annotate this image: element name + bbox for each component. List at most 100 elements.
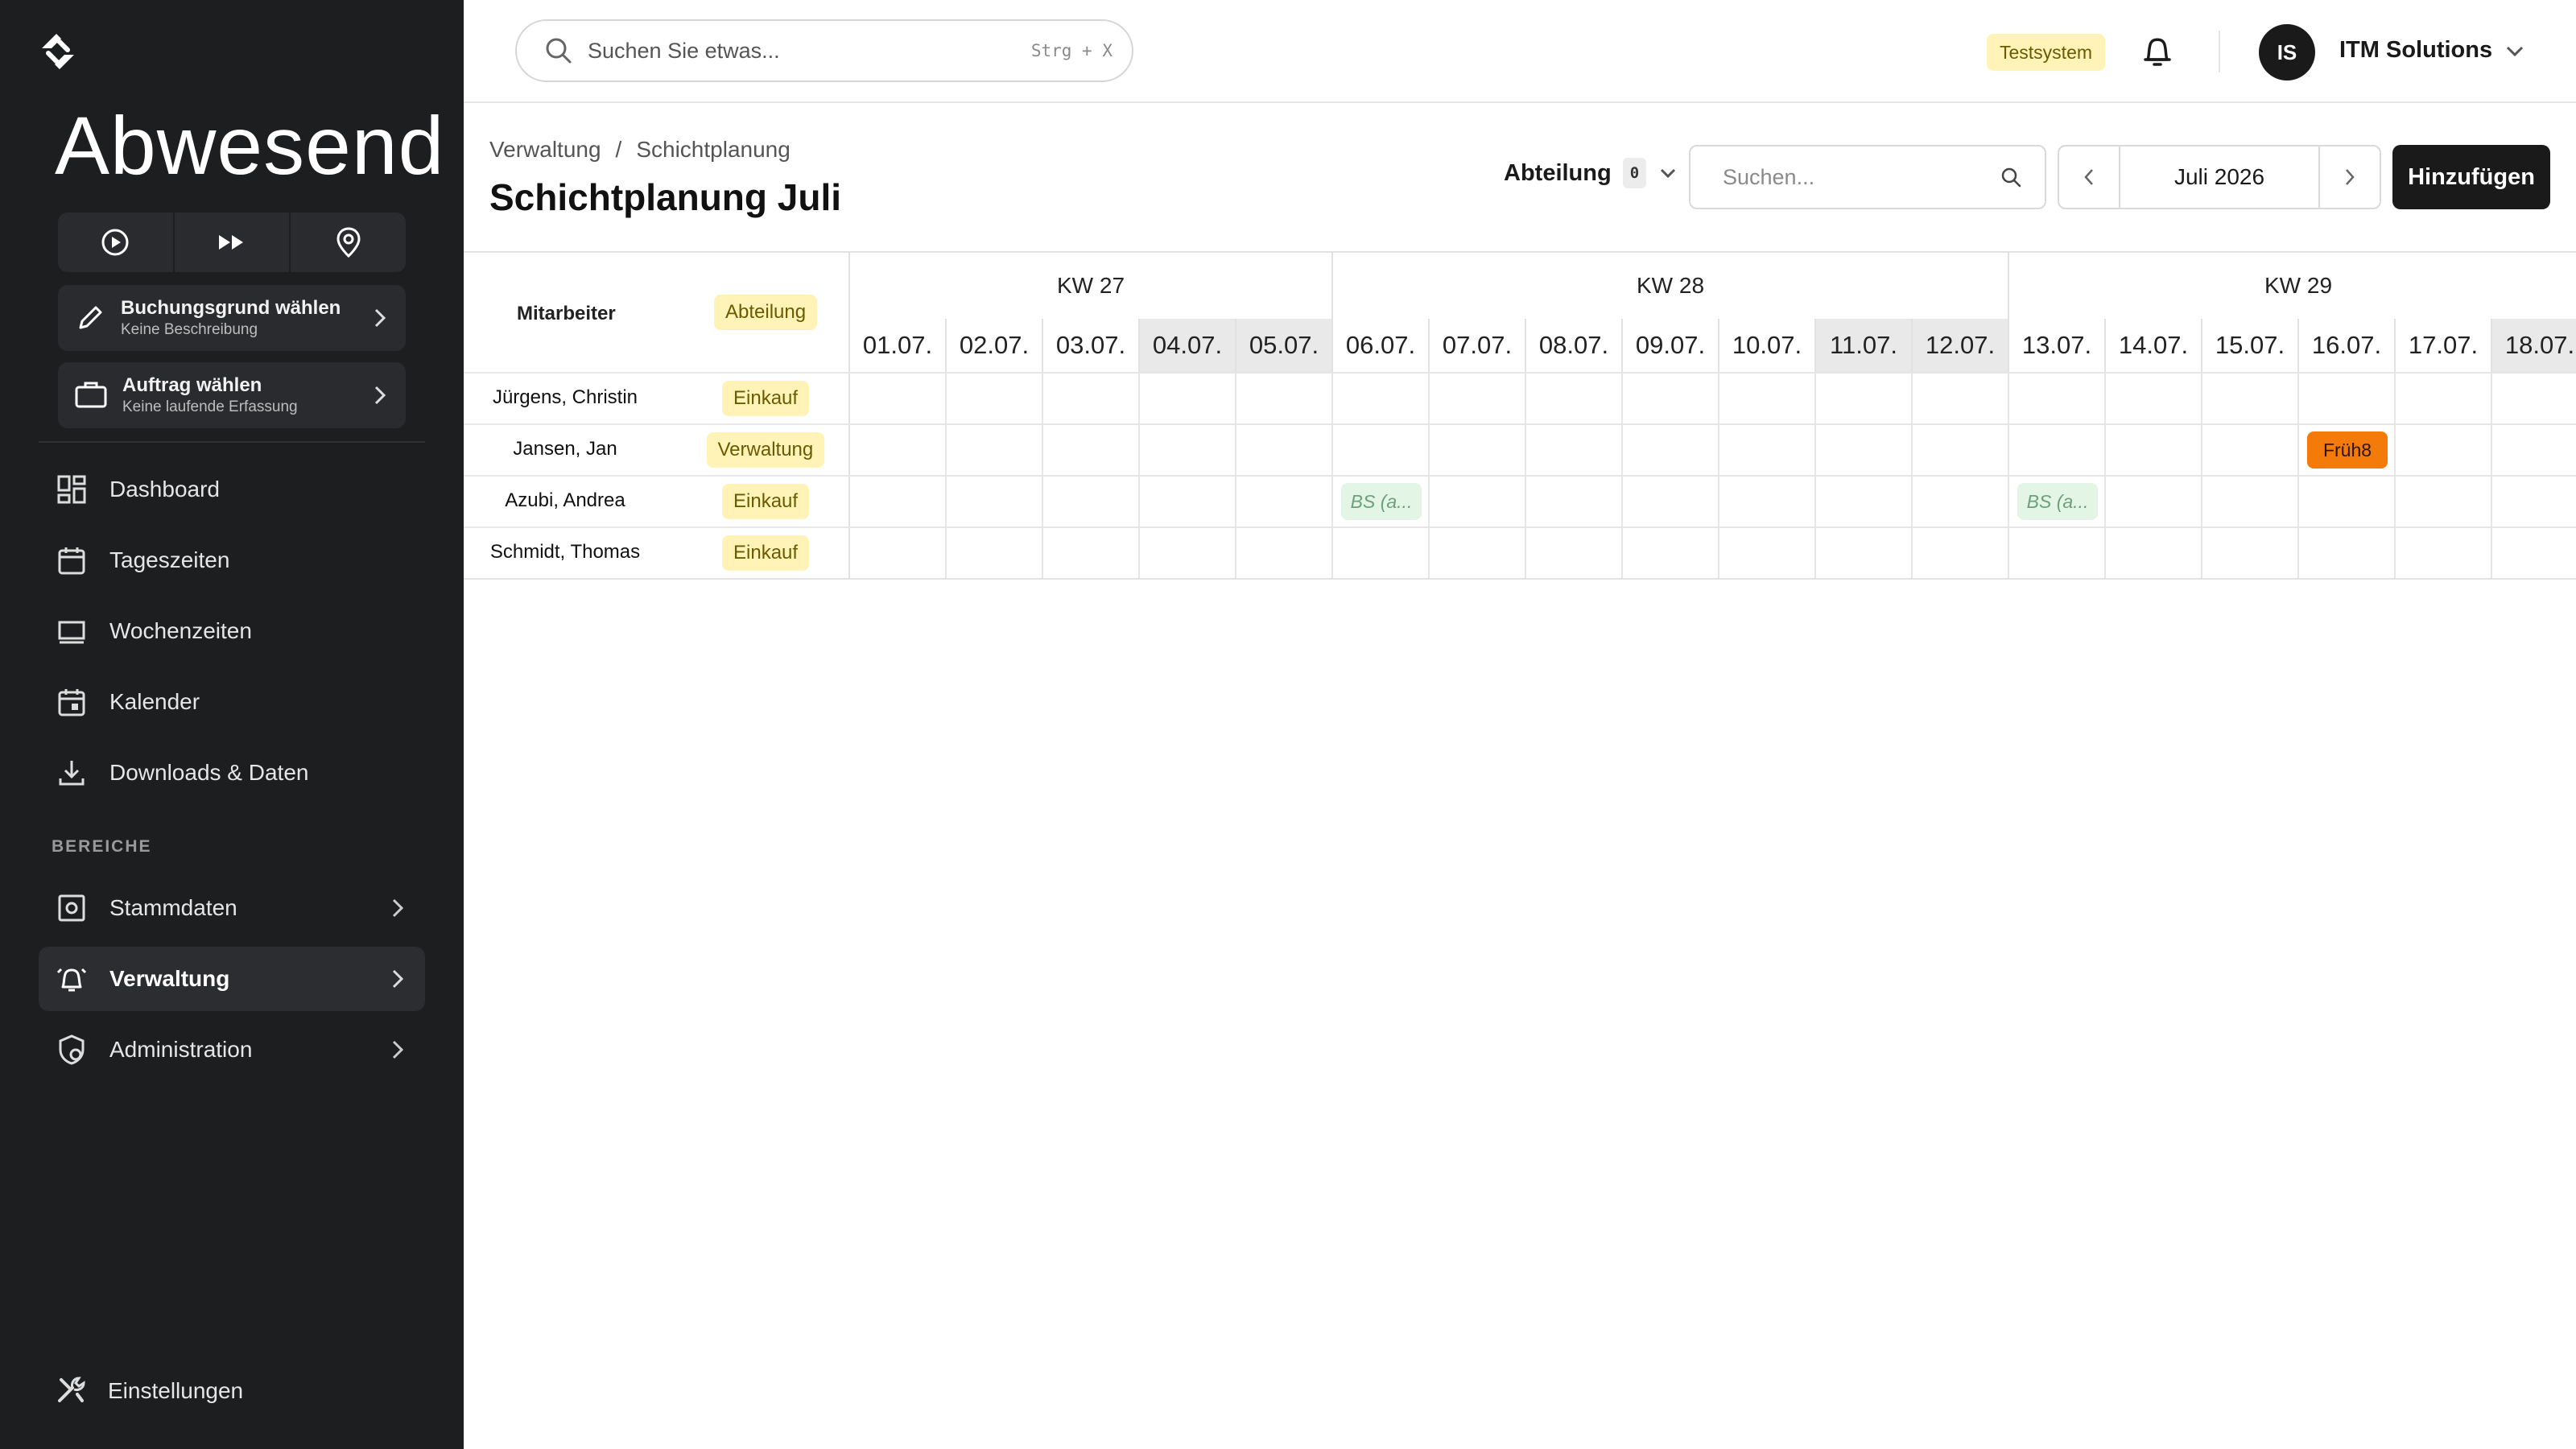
schedule-cell[interactable] [1043,372,1140,423]
schedule-cell[interactable] [1333,526,1430,578]
schedule-cell[interactable] [1913,475,2009,526]
schedule-cell[interactable] [1816,423,1913,475]
day-header[interactable]: 04.07. [1140,319,1236,372]
schedule-cell[interactable] [1913,423,2009,475]
day-header[interactable]: 18.07. [2492,319,2576,372]
schedule-cell[interactable] [1526,526,1623,578]
bell-icon[interactable] [2141,32,2174,69]
schedule-cell[interactable] [1913,372,2009,423]
schedule-cell[interactable] [947,475,1043,526]
day-header[interactable]: 16.07. [2299,319,2396,372]
schedule-cell[interactable] [1236,526,1333,578]
sidebar-item-einstellungen[interactable]: Einstellungen [39,1359,425,1423]
schedule-cell[interactable] [2492,423,2576,475]
schedule-cell[interactable] [1719,423,1816,475]
schedule-cell[interactable] [2202,475,2299,526]
schedule-cell[interactable] [1043,475,1140,526]
schedule-cell[interactable] [1816,475,1913,526]
day-header[interactable]: 11.07. [1816,319,1913,372]
shift-entry[interactable]: BS (a... [2017,483,2098,520]
company-name[interactable]: ITM Solutions [2339,37,2492,64]
day-header[interactable]: 05.07. [1236,319,1333,372]
start-button[interactable] [58,213,175,272]
schedule-cell[interactable] [1333,372,1430,423]
sidebar-item-administration[interactable]: Administration [39,1018,425,1082]
day-header[interactable]: 09.07. [1623,319,1719,372]
schedule-cell[interactable] [1623,526,1719,578]
employee-row[interactable]: Jansen, Jan Verwaltung [464,423,850,475]
schedule-cell[interactable] [1526,475,1623,526]
schedule-cell[interactable] [1719,526,1816,578]
day-header[interactable]: 12.07. [1913,319,2009,372]
sidebar-item-stammdaten[interactable]: Stammdaten [39,876,425,940]
schedule-cell[interactable] [1623,372,1719,423]
schedule-cell[interactable] [947,372,1043,423]
schedule-cell[interactable] [2396,475,2492,526]
schedule-cell[interactable] [1236,372,1333,423]
schedule-cell[interactable] [1913,526,2009,578]
schedule-cell[interactable] [1623,423,1719,475]
day-header[interactable]: 06.07. [1333,319,1430,372]
schedule-cell[interactable] [1719,372,1816,423]
schedule-cell[interactable] [1043,526,1140,578]
schedule-cell[interactable] [2396,423,2492,475]
global-search-input[interactable]: Suchen Sie etwas... Strg + X [515,19,1133,82]
schedule-cell[interactable] [2492,526,2576,578]
schedule-cell[interactable] [2299,526,2396,578]
day-header[interactable]: 15.07. [2202,319,2299,372]
schedule-cell[interactable] [1816,372,1913,423]
breadcrumb-link-verwaltung[interactable]: Verwaltung [489,137,601,163]
app-logo-icon[interactable] [35,29,80,74]
day-header[interactable]: 14.07. [2106,319,2202,372]
schedule-cell[interactable] [2202,526,2299,578]
schedule-cell[interactable] [1140,372,1236,423]
schedule-cell[interactable] [1719,475,1816,526]
schedule-cell[interactable] [1236,423,1333,475]
location-button[interactable] [291,213,406,272]
day-header[interactable]: 13.07. [2009,319,2106,372]
schedule-cell[interactable] [1430,372,1526,423]
day-header[interactable]: 02.07. [947,319,1043,372]
schedule-cell[interactable] [2106,423,2202,475]
employee-row[interactable]: Jürgens, Christin Einkauf [464,372,850,423]
schedule-cell[interactable] [2106,372,2202,423]
sidebar-item-downloads[interactable]: Downloads & Daten [39,741,425,805]
sidebar-item-dashboard[interactable]: Dashboard [39,457,425,522]
sidebar-item-tageszeiten[interactable]: Tageszeiten [39,528,425,592]
day-header[interactable]: 03.07. [1043,319,1140,372]
schedule-cell[interactable] [1526,423,1623,475]
shift-entry[interactable]: BS (a... [1341,483,1422,520]
schedule-cell[interactable] [850,526,947,578]
schedule-cell[interactable] [2009,372,2106,423]
schedule-cell[interactable] [2396,526,2492,578]
skip-button[interactable] [175,213,291,272]
schedule-cell[interactable] [1236,475,1333,526]
current-month[interactable]: Juli 2026 [2119,147,2320,208]
day-header[interactable]: 08.07. [1526,319,1623,372]
schedule-cell[interactable] [1816,526,1913,578]
schedule-cell[interactable] [2396,372,2492,423]
schedule-cell[interactable] [2106,526,2202,578]
schedule-cell[interactable] [947,526,1043,578]
schedule-cell[interactable] [1430,475,1526,526]
sidebar-item-verwaltung[interactable]: Verwaltung [39,947,425,1011]
employee-row[interactable]: Schmidt, Thomas Einkauf [464,526,850,578]
schedule-cell[interactable] [1333,423,1430,475]
schedule-cell[interactable] [2106,475,2202,526]
add-button[interactable]: Hinzufügen [2392,145,2550,209]
schedule-cell[interactable] [1623,475,1719,526]
employee-row[interactable]: Azubi, Andrea Einkauf [464,475,850,526]
schedule-cell[interactable] [1526,372,1623,423]
schedule-cell[interactable] [947,423,1043,475]
sidebar-item-wochenzeiten[interactable]: Wochenzeiten [39,599,425,663]
schedule-cell[interactable] [1430,423,1526,475]
schedule-cell[interactable] [2299,475,2396,526]
schedule-cell[interactable] [2009,423,2106,475]
day-header[interactable]: 17.07. [2396,319,2492,372]
schedule-cell[interactable] [1043,423,1140,475]
day-header[interactable]: 10.07. [1719,319,1816,372]
schedule-cell[interactable] [1140,423,1236,475]
chevron-down-icon[interactable] [2504,40,2526,63]
schedule-cell[interactable] [850,475,947,526]
schedule-cell[interactable] [850,372,947,423]
